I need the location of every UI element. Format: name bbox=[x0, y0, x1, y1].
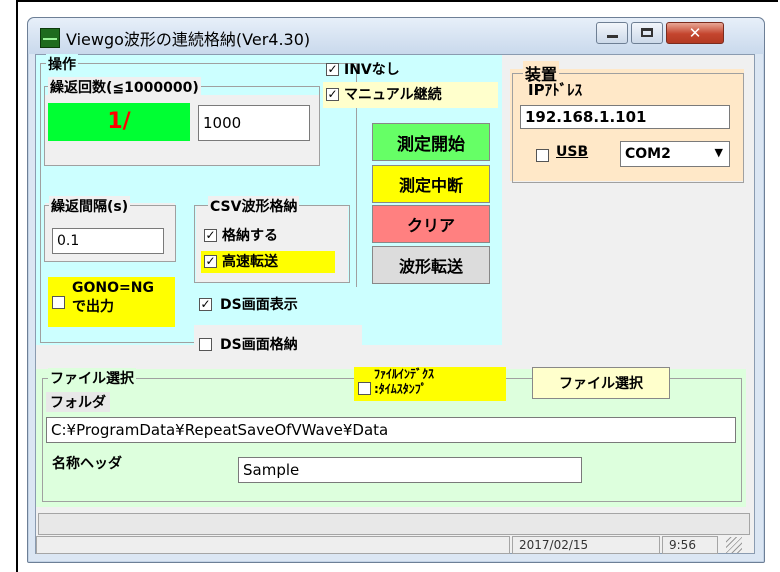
com-select[interactable]: COM2 ▼ bbox=[620, 141, 730, 167]
close-icon: ✕ bbox=[688, 24, 702, 42]
manual-continue-checkbox[interactable]: ✓ bbox=[326, 88, 339, 101]
ds-display-label: DS画面表示 bbox=[220, 297, 298, 313]
counter-display: 1/ bbox=[48, 103, 190, 141]
repeat-count-legend: 繰返回数(≦1000000) bbox=[48, 77, 201, 97]
interval-input[interactable]: 0.1 bbox=[52, 228, 164, 254]
window-title: Viewgo波形の連続格納(Ver4.30) bbox=[66, 30, 311, 49]
fast-transfer-label: 高速転送 bbox=[222, 254, 278, 270]
maximize-icon bbox=[641, 28, 653, 37]
file-index-label: ﾌｧｲﾙｲﾝﾃﾞｸｽ :ﾀｲﾑｽﾀﾝﾌﾟ bbox=[374, 367, 435, 396]
start-button[interactable]: 測定開始 bbox=[372, 123, 490, 161]
header-label: 名称ヘッダ bbox=[52, 456, 122, 472]
store-label: 格納する bbox=[222, 228, 278, 244]
clear-button[interactable]: クリア bbox=[372, 205, 490, 243]
status-time: 9:56 bbox=[662, 536, 718, 554]
com-select-value: COM2 bbox=[625, 146, 671, 162]
ds-store-label: DS画面格納 bbox=[220, 337, 298, 353]
inv-label: INVなし bbox=[344, 62, 400, 78]
app-icon bbox=[40, 28, 60, 48]
minimize-icon bbox=[607, 35, 618, 38]
app-window: Viewgo波形の連続格納(Ver4.30) ✕ 操作 繰返回数(≦100000… bbox=[27, 17, 765, 563]
header-input[interactable]: Sample bbox=[238, 457, 582, 483]
resize-grip-icon[interactable] bbox=[726, 537, 742, 553]
usb-checkbox[interactable] bbox=[536, 149, 549, 162]
store-checkbox[interactable]: ✓ bbox=[204, 229, 217, 242]
folder-label: フォルダ bbox=[46, 392, 110, 412]
transfer-button[interactable]: 波形転送 bbox=[372, 246, 490, 284]
maximize-button[interactable] bbox=[631, 22, 663, 44]
gono-label: GONO=NG で出力 bbox=[72, 280, 154, 315]
ds-display-checkbox[interactable]: ✓ bbox=[199, 298, 212, 311]
file-index-checkbox[interactable] bbox=[358, 382, 371, 395]
folder-input[interactable]: C:¥ProgramData¥RepeatSaveOfVWave¥Data bbox=[46, 417, 736, 443]
file-select-button[interactable]: ファイル選択 bbox=[532, 367, 670, 399]
status-date: 2017/02/15 bbox=[512, 536, 660, 554]
operation-legend: 操作 bbox=[46, 54, 78, 74]
inv-checkbox[interactable]: ✓ bbox=[326, 63, 339, 76]
chevron-down-icon: ▼ bbox=[714, 146, 723, 159]
title-bar: Viewgo波形の連続格納(Ver4.30) ✕ bbox=[28, 18, 764, 54]
stop-button[interactable]: 測定中断 bbox=[372, 165, 490, 203]
client-area: 操作 繰返回数(≦1000000) 1/ 1000 繰返間隔(s) 0.1 GO… bbox=[35, 54, 755, 554]
ip-input[interactable]: 192.168.1.101 bbox=[520, 105, 730, 129]
file-legend: ファイル選択 bbox=[48, 368, 136, 388]
ip-label: IPｱﾄﾞﾚｽ bbox=[528, 81, 583, 99]
minimize-button[interactable] bbox=[596, 22, 628, 44]
close-button[interactable]: ✕ bbox=[666, 22, 724, 44]
csv-legend: CSV波形格納 bbox=[208, 196, 300, 216]
usb-label: USB bbox=[556, 144, 589, 160]
repeat-count-input[interactable]: 1000 bbox=[198, 105, 310, 141]
fast-transfer-checkbox[interactable]: ✓ bbox=[204, 255, 217, 268]
gono-checkbox[interactable] bbox=[52, 296, 65, 309]
progress-bar bbox=[38, 513, 750, 535]
manual-continue-label: マニュアル継続 bbox=[344, 87, 442, 103]
ds-store-checkbox[interactable] bbox=[199, 338, 212, 351]
status-left bbox=[36, 536, 510, 554]
interval-legend: 繰返間隔(s) bbox=[49, 196, 131, 216]
